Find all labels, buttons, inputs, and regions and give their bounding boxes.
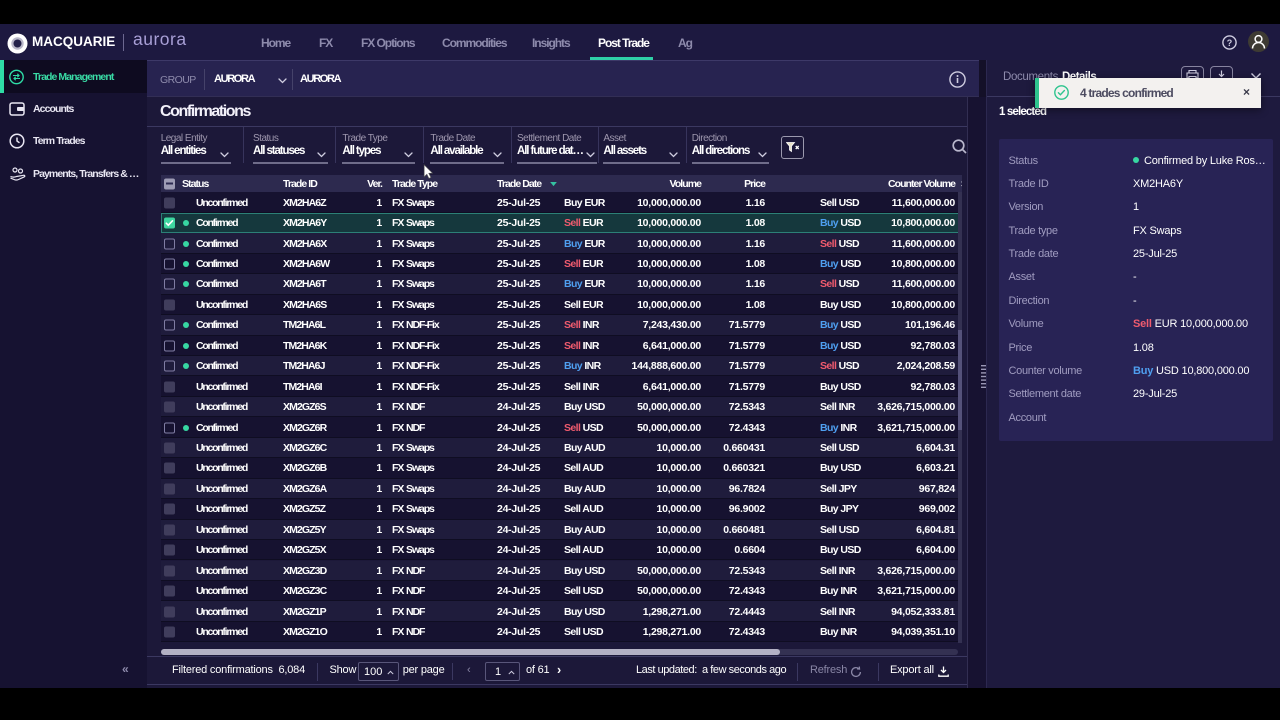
- svg-text:?: ?: [1227, 38, 1233, 48]
